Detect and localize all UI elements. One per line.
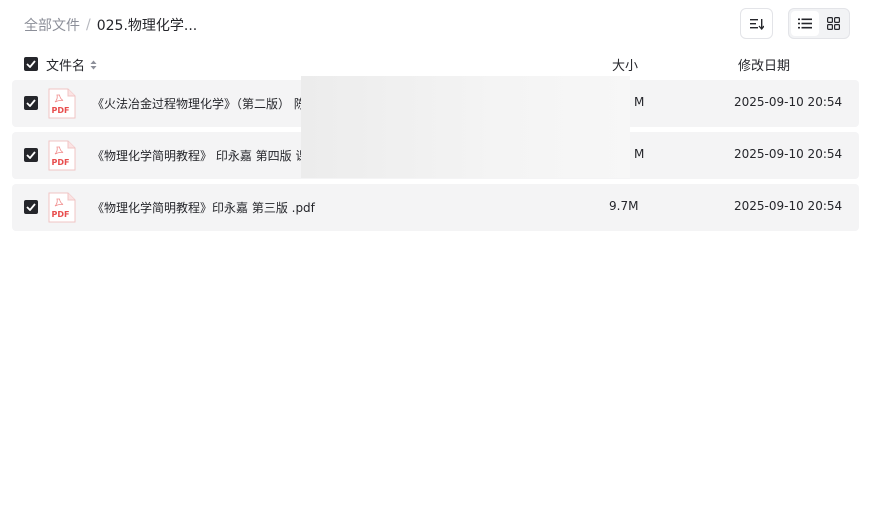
svg-text:PDF: PDF <box>52 210 70 219</box>
grid-view-button[interactable] <box>819 11 847 36</box>
breadcrumb: 全部文件 / 025.物理化学... <box>24 15 197 35</box>
select-all-checkbox[interactable] <box>24 57 38 71</box>
column-header-size[interactable]: 大小 <box>612 55 638 74</box>
file-size: 9.7M <box>609 199 639 213</box>
row-checkbox[interactable] <box>24 96 38 110</box>
pdf-file-icon: PDF <box>48 192 76 223</box>
check-icon <box>26 99 36 107</box>
file-date: 2025-09-10 20:54 <box>734 95 843 109</box>
file-row[interactable]: PDF 《物理化学简明教程》印永嘉 第三版 .pdf 9.7M 2025-09-… <box>12 184 859 231</box>
top-bar: 全部文件 / 025.物理化学... <box>0 0 874 48</box>
sort-icon <box>749 18 764 30</box>
list-view-icon <box>798 18 812 29</box>
pdf-file-icon: PDF <box>48 140 76 171</box>
table-header: 文件名 大小 修改日期 <box>12 50 859 78</box>
view-toggle-group <box>788 8 850 39</box>
file-date: 2025-09-10 20:54 <box>734 199 843 213</box>
check-icon <box>26 203 36 211</box>
row-checkbox[interactable] <box>24 148 38 162</box>
file-size: M <box>634 147 645 161</box>
row-checkbox[interactable] <box>24 200 38 214</box>
sort-arrows-icon[interactable] <box>90 60 97 70</box>
check-icon <box>26 60 36 68</box>
check-icon <box>26 151 36 159</box>
breadcrumb-current: 025.物理化学... <box>96 18 198 34</box>
file-name[interactable]: 《物理化学简明教程》 印永嘉 第四版 课 <box>92 147 307 164</box>
list-view-button[interactable] <box>791 11 819 36</box>
column-header-name-label: 文件名 <box>46 59 86 74</box>
column-header-modified[interactable]: 修改日期 <box>738 55 790 74</box>
breadcrumb-separator: / <box>86 17 91 33</box>
grid-view-icon <box>826 17 840 30</box>
column-header-name[interactable]: 文件名 <box>46 55 97 74</box>
breadcrumb-root[interactable]: 全部文件 <box>24 15 80 35</box>
pdf-file-icon: PDF <box>48 88 76 119</box>
sort-button[interactable] <box>740 8 773 39</box>
file-name[interactable]: 《火法冶金过程物理化学》（第二版） 陈 <box>92 95 306 112</box>
obscuring-overlay <box>301 76 630 178</box>
svg-text:PDF: PDF <box>52 106 70 115</box>
svg-text:PDF: PDF <box>52 158 70 167</box>
file-name[interactable]: 《物理化学简明教程》印永嘉 第三版 .pdf <box>92 199 315 216</box>
file-size: M <box>634 95 645 109</box>
file-date: 2025-09-10 20:54 <box>734 147 843 161</box>
